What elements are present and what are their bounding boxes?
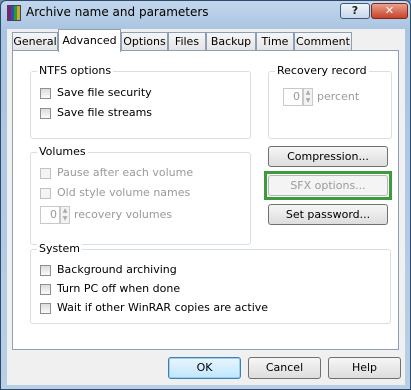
wait-other-copies-label: Wait if other WinRAR copies are active: [57, 301, 269, 314]
close-button[interactable]: ✕: [371, 3, 408, 19]
checkbox-box[interactable]: [40, 108, 51, 119]
recovery-percent-unit: percent: [317, 90, 360, 103]
checkbox-box[interactable]: [40, 303, 51, 314]
checkbox-box[interactable]: [40, 265, 51, 276]
tab-comment[interactable]: Comment: [294, 32, 352, 51]
help-title-button[interactable]: ?: [340, 3, 370, 19]
set-password-button[interactable]: Set password...: [268, 204, 388, 225]
save-file-security-label: Save file security: [57, 86, 152, 99]
recovery-percent-value: 0: [283, 88, 303, 106]
spin-up-icon: ▲: [305, 89, 311, 96]
tab-files[interactable]: Files: [168, 32, 206, 51]
sfx-options-button: SFX options...: [268, 175, 388, 196]
recovery-volumes-unit: recovery volumes: [74, 208, 173, 221]
checkbox-box: [40, 188, 51, 199]
system-label: System: [37, 242, 83, 255]
spin-up-icon: ▲: [62, 207, 68, 214]
recovery-record-label: Recovery record: [275, 64, 369, 77]
ntfs-options-label: NTFS options: [37, 64, 114, 77]
dialog-client: General Advanced Options Files Backup Ti…: [7, 29, 405, 385]
recovery-record-group: Recovery record 0 ▲ ▼ percent: [268, 64, 392, 139]
ok-button[interactable]: OK: [168, 357, 241, 379]
tab-options[interactable]: Options: [121, 32, 168, 51]
spin-down-icon: ▼: [305, 97, 311, 104]
checkbox-box: [40, 168, 51, 179]
volumes-label: Volumes: [37, 145, 88, 158]
tab-time[interactable]: Time: [256, 32, 294, 51]
help-button[interactable]: Help: [328, 357, 401, 379]
background-archiving-label: Background archiving: [57, 263, 177, 276]
tab-general[interactable]: General: [12, 32, 58, 51]
spin-down-icon: ▼: [62, 215, 68, 222]
spinner-arrows: ▲ ▼: [303, 88, 313, 106]
recovery-volumes-value: 0: [40, 206, 60, 224]
checkbox-box[interactable]: [40, 284, 51, 295]
checkbox-box[interactable]: [40, 88, 51, 99]
ntfs-options-group: NTFS options Save file security Save fil…: [30, 64, 251, 139]
cancel-button[interactable]: Cancel: [248, 357, 321, 379]
save-file-streams-label: Save file streams: [57, 106, 153, 119]
compression-button[interactable]: Compression...: [268, 146, 388, 167]
window-title: Archive name and parameters: [26, 5, 209, 19]
turn-off-pc-label: Turn PC off when done: [57, 282, 181, 295]
title-bar[interactable]: Archive name and parameters ? ✕: [1, 1, 410, 25]
system-group: System Background archiving Turn PC off …: [30, 242, 391, 324]
tab-advanced[interactable]: Advanced: [58, 29, 121, 52]
pause-each-volume-label: Pause after each volume: [57, 166, 194, 179]
volumes-group: Volumes Pause after each volume Old styl…: [30, 145, 251, 245]
winrar-icon: [7, 5, 21, 21]
old-style-names-label: Old style volume names: [57, 186, 191, 199]
spinner-arrows: ▲ ▼: [60, 206, 70, 224]
archive-dialog: Archive name and parameters ? ✕ General …: [0, 0, 411, 390]
advanced-panel: NTFS options Save file security Save fil…: [12, 50, 399, 350]
tab-backup[interactable]: Backup: [206, 32, 256, 51]
